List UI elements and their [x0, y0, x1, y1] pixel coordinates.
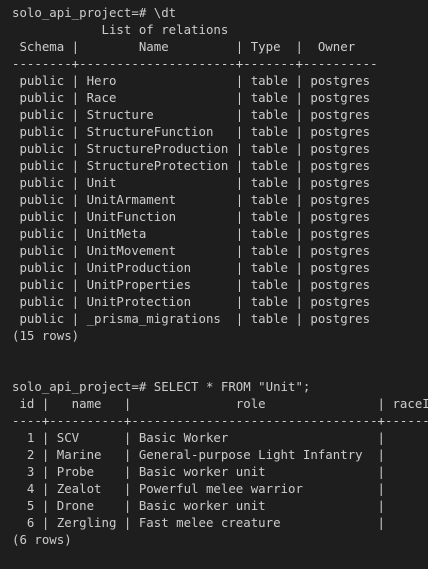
relations-row: public | UnitProduction | table | postgr… — [12, 260, 371, 275]
relations-row: public | Structure | table | postgres — [12, 107, 371, 122]
relations-row: public | StructureProtection | table | p… — [12, 158, 371, 173]
relations-row: public | UnitMovement | table | postgres — [12, 243, 371, 258]
command-prompt-select: solo_api_project=# SELECT * FROM "Unit"; — [12, 379, 311, 394]
relations-row: public | Race | table | postgres — [12, 90, 371, 105]
unit-table-row: 6 | Zergling | Fast melee creature | 3 — [12, 515, 428, 530]
unit-table-row: 3 | Probe | Basic worker unit | 2 — [12, 464, 428, 479]
relations-row: public | UnitProperties | table | postgr… — [12, 277, 371, 292]
unit-table-row: 1 | SCV | Basic Worker | 1 — [12, 430, 428, 445]
unit-table-header: id | name | role | raceId — [12, 396, 428, 411]
unit-table-row: 5 | Drone | Basic worker unit | 3 — [12, 498, 428, 513]
unit-table-separator: ----+----------+------------------------… — [12, 413, 428, 428]
relations-separator: --------+---------------------+-------+-… — [12, 56, 378, 71]
relations-row: public | Hero | table | postgres — [12, 73, 371, 88]
relations-row: public | StructureProduction | table | p… — [12, 141, 371, 156]
command-prompt-dt: solo_api_project=# \dt — [12, 5, 177, 20]
relations-row: public | UnitMeta | table | postgres — [12, 226, 371, 241]
relations-row: public | UnitFunction | table | postgres — [12, 209, 371, 224]
relations-row-count: (15 rows) — [12, 328, 80, 343]
relations-header: Schema | Name | Type | Owner — [12, 39, 378, 54]
unit-table-row: 2 | Marine | General-purpose Light Infan… — [12, 447, 428, 462]
terminal-window[interactable]: solo_api_project=# \dt List of relations… — [0, 0, 428, 569]
relations-row: public | Unit | table | postgres — [12, 175, 371, 190]
unit-row-count: (6 rows) — [12, 532, 72, 547]
relations-row: public | UnitProtection | table | postgr… — [12, 294, 371, 309]
relations-title: List of relations — [12, 22, 229, 37]
relations-row: public | UnitArmament | table | postgres — [12, 192, 371, 207]
relations-row: public | StructureFunction | table | pos… — [12, 124, 371, 139]
relations-row: public | _prisma_migrations | table | po… — [12, 311, 371, 326]
unit-table-row: 4 | Zealot | Powerful melee warrior | 2 — [12, 481, 428, 496]
